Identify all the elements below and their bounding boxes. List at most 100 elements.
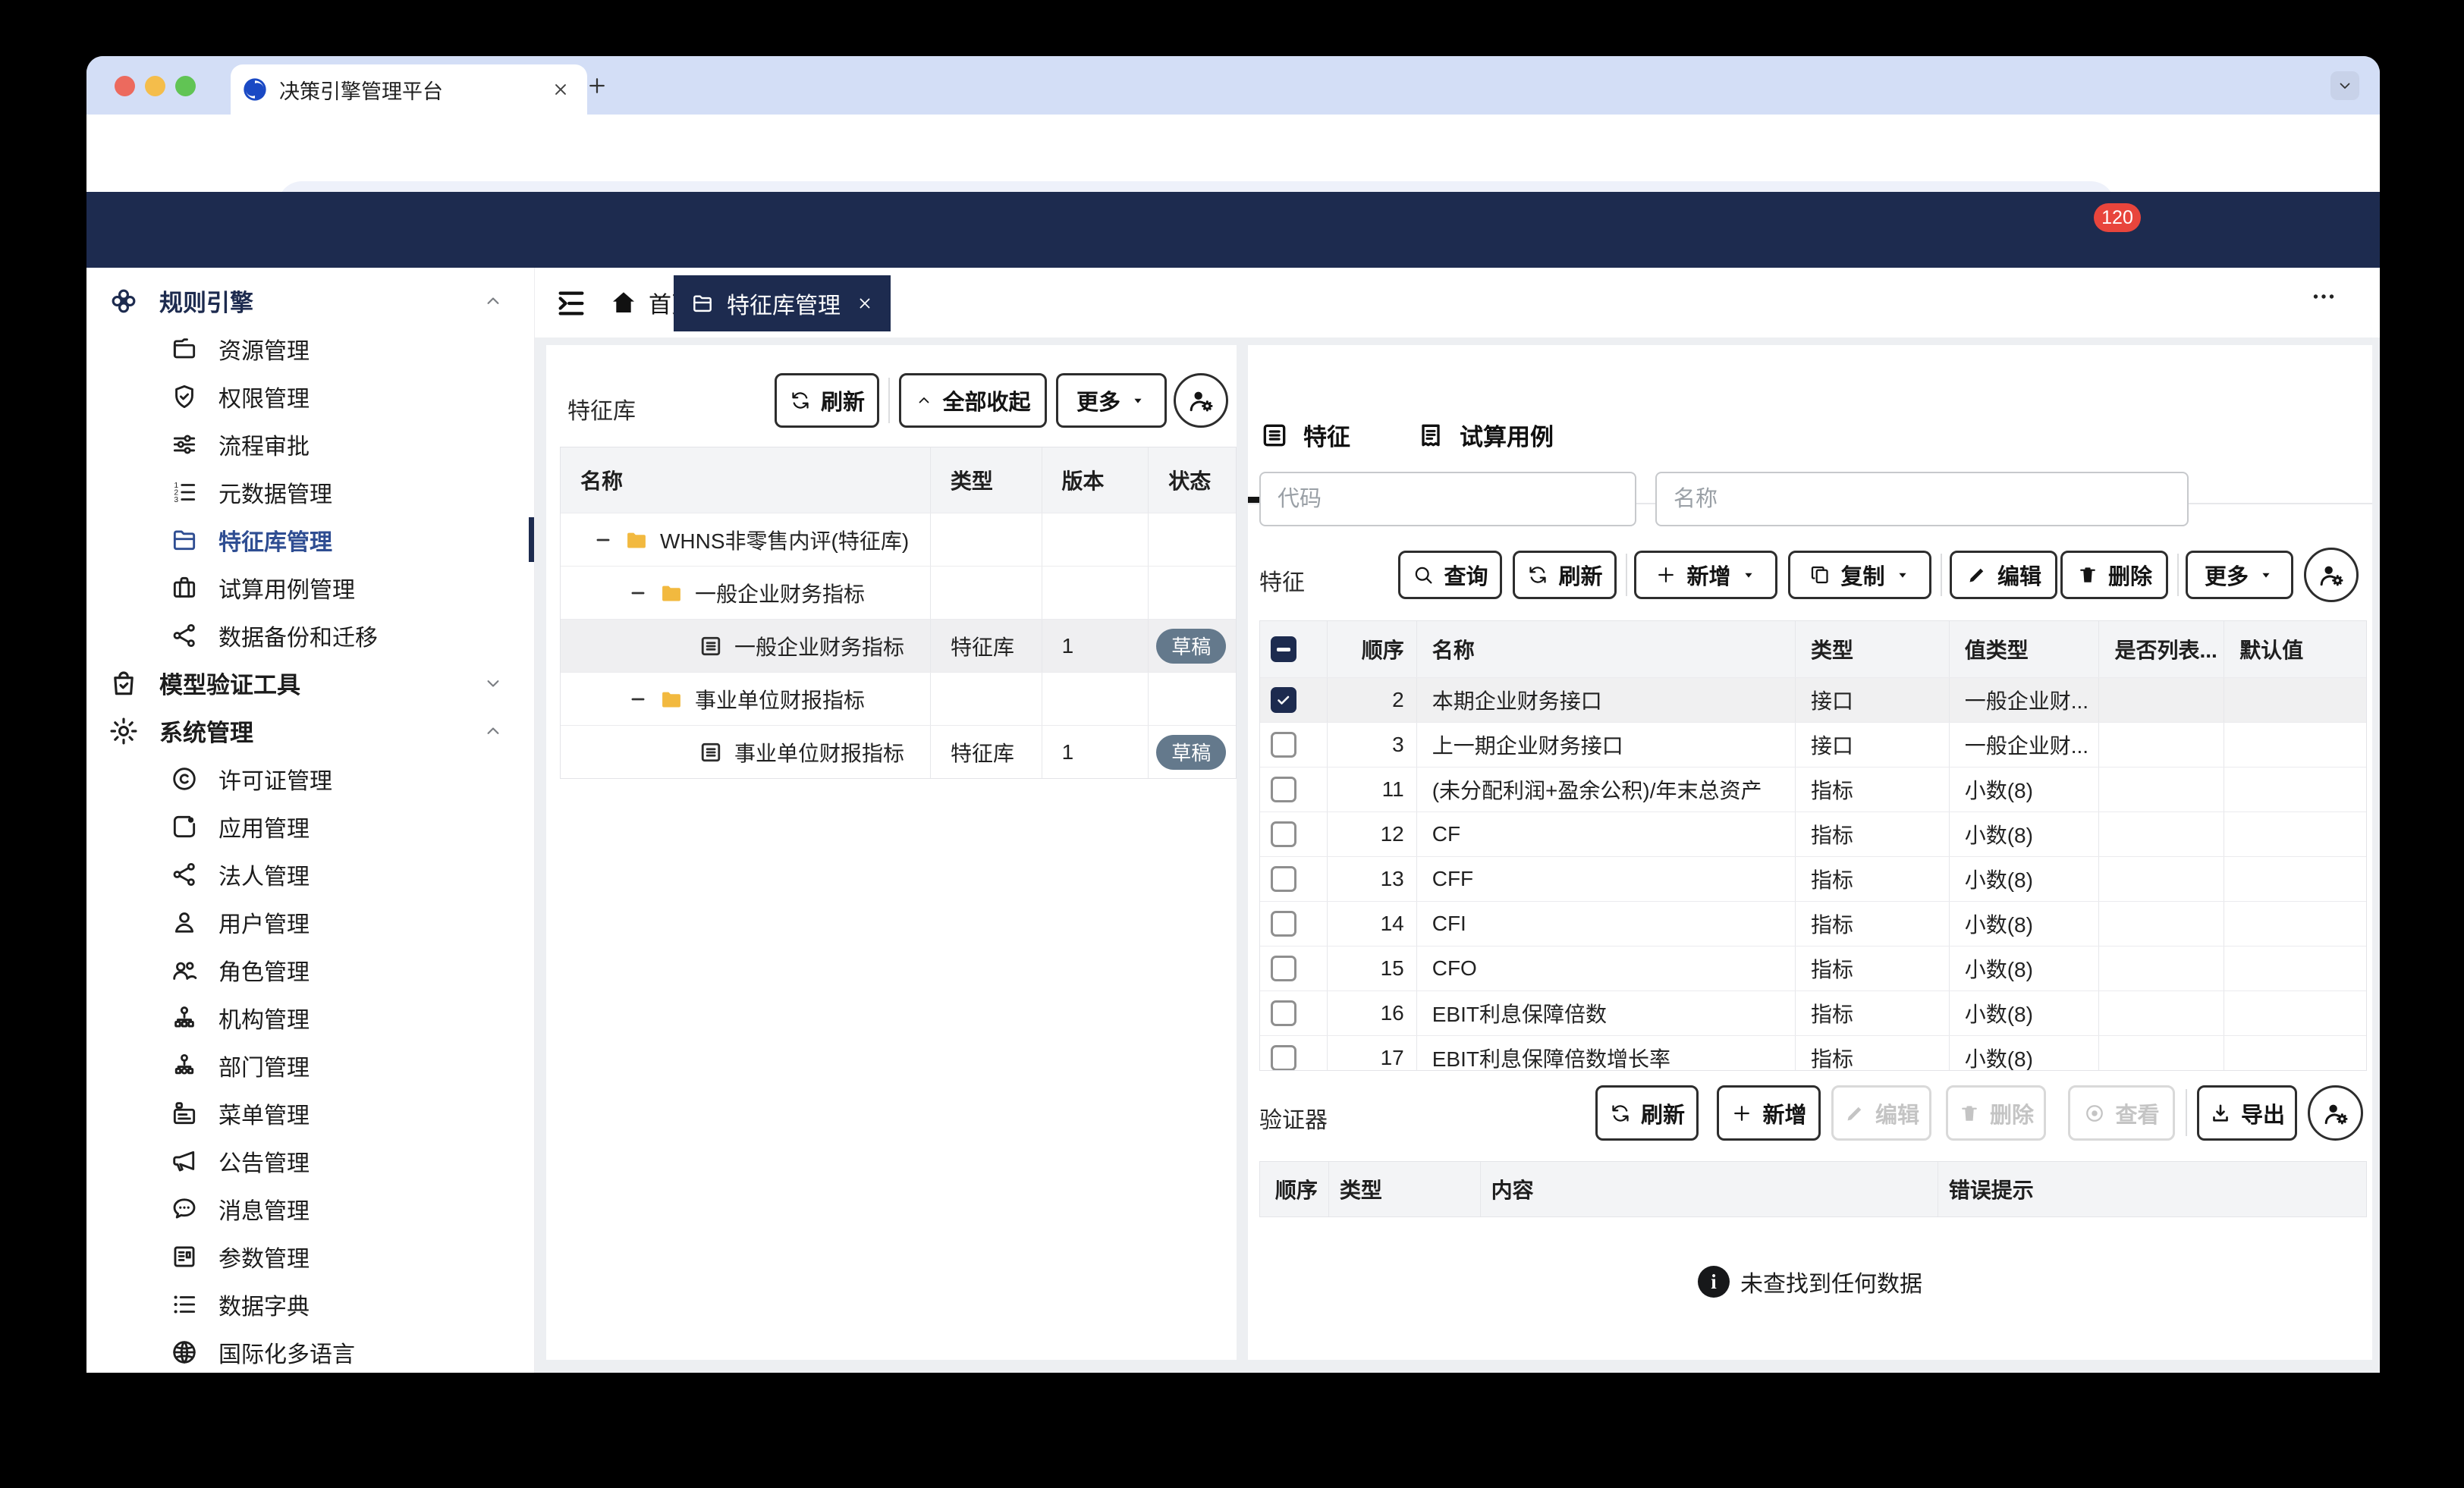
sidebar-item-0[interactable]: 规则引擎 xyxy=(86,277,534,325)
favicon-swirl-icon xyxy=(243,77,267,102)
is-list-cell xyxy=(2099,857,2224,901)
delete-button[interactable]: 删除 xyxy=(2060,551,2168,599)
new-tab-icon[interactable] xyxy=(586,74,608,97)
value-type-cell: 一般企业财... xyxy=(1950,723,2100,767)
validator-add-button[interactable]: 新增 xyxy=(1717,1085,1821,1141)
sidebar-item-10[interactable]: 许可证管理 xyxy=(86,755,534,802)
validator-refresh-button[interactable]: 刷新 xyxy=(1595,1085,1699,1141)
tree-row[interactable]: 事业单位财报指标特征库1草稿 xyxy=(561,725,1236,778)
row-checkbox[interactable] xyxy=(1271,911,1296,937)
row-checkbox[interactable] xyxy=(1271,866,1296,892)
row-checkbox[interactable] xyxy=(1271,777,1296,802)
code-filter-input[interactable] xyxy=(1259,472,1636,526)
sidebar-item-4[interactable]: 123元数据管理 xyxy=(86,468,534,516)
feature-row[interactable]: 14CFI指标小数(8) xyxy=(1260,901,2366,946)
tab-feature-library[interactable]: 特征库管理 xyxy=(674,275,891,331)
default-value-cell xyxy=(2224,768,2366,811)
sidebar-item-1[interactable]: 资源管理 xyxy=(86,325,534,372)
library-permission-button[interactable] xyxy=(1174,373,1228,428)
browser-tab[interactable]: 决策引擎管理平台 xyxy=(231,64,587,115)
feature-row[interactable]: 3上一期企业财务接口接口一般企业财... xyxy=(1260,722,2366,767)
validator-permission-button[interactable] xyxy=(2308,1085,2363,1141)
query-button[interactable]: 查询 xyxy=(1398,551,1502,599)
edit-button[interactable]: 编辑 xyxy=(1950,551,2057,599)
feature-row[interactable]: 17EBIT利息保障倍数增长率指标小数(8) xyxy=(1260,1035,2366,1070)
sidebar-item-5[interactable]: 特征库管理 xyxy=(86,516,534,563)
sidebar-item-12[interactable]: 法人管理 xyxy=(86,850,534,898)
sidebar-item-21[interactable]: 数据字典 xyxy=(86,1280,534,1328)
collapse-menu-icon[interactable] xyxy=(554,286,589,321)
copy-button[interactable]: 复制 xyxy=(1788,551,1931,599)
tree-cell-version xyxy=(1042,673,1149,725)
row-checkbox[interactable] xyxy=(1271,687,1296,713)
feature-row[interactable]: 11(未分配利润+盈余公积)/年末总资产指标小数(8) xyxy=(1260,767,2366,811)
add-button[interactable]: 新增 xyxy=(1634,551,1777,599)
sidebar-item-9[interactable]: 系统管理 xyxy=(86,707,534,755)
name-filter-input[interactable] xyxy=(1655,472,2189,526)
sidebar-item-label: 法人管理 xyxy=(218,858,310,891)
tree-row[interactable]: WHNS非零售内评(特征库) xyxy=(561,513,1236,566)
feature-row[interactable]: 13CFF指标小数(8) xyxy=(1260,856,2366,901)
collapse-minus-icon[interactable] xyxy=(628,689,648,709)
feature-row[interactable]: 15CFO指标小数(8) xyxy=(1260,946,2366,990)
collapse-minus-icon[interactable] xyxy=(628,583,648,603)
row-checkbox[interactable] xyxy=(1271,732,1296,758)
tab-close-icon[interactable] xyxy=(551,80,570,99)
collapse-all-button[interactable]: 全部收起 xyxy=(899,373,1047,428)
tree-row[interactable]: 一般企业财务指标 xyxy=(561,566,1236,619)
home-icon[interactable] xyxy=(608,287,639,318)
traffic-light-close[interactable] xyxy=(115,76,135,96)
feature-row[interactable]: 16EBIT利息保障倍数指标小数(8) xyxy=(1260,990,2366,1035)
sidebar-item-7[interactable]: 数据备份和迁移 xyxy=(86,611,534,659)
row-checkbox[interactable] xyxy=(1271,1045,1296,1070)
validator-view-button[interactable]: 查看 xyxy=(2068,1085,2175,1141)
validator-edit-button[interactable]: 编辑 xyxy=(1831,1085,1931,1141)
row-checkbox[interactable] xyxy=(1271,956,1296,981)
sidebar-item-17[interactable]: 菜单管理 xyxy=(86,1089,534,1137)
feature-more-button[interactable]: 更多 xyxy=(2186,551,2293,599)
tab-search-button[interactable] xyxy=(2330,71,2359,100)
sidebar-item-14[interactable]: 角色管理 xyxy=(86,946,534,994)
order-cell: 11 xyxy=(1328,768,1417,811)
is-list-cell xyxy=(2099,991,2224,1035)
select-all-checkbox[interactable] xyxy=(1271,636,1296,662)
sidebar-item-6[interactable]: 试算用例管理 xyxy=(86,563,534,611)
sidebar-item-20[interactable]: 参数管理 xyxy=(86,1232,534,1280)
feature-permission-button[interactable] xyxy=(2304,548,2359,602)
tree-row[interactable]: 一般企业财务指标特征库1草稿 xyxy=(561,619,1236,672)
collapse-minus-icon[interactable] xyxy=(593,530,613,550)
tab-feature[interactable]: 特征 xyxy=(1259,418,1350,452)
sidebar-item-11[interactable]: 应用管理 xyxy=(86,802,534,850)
row-checkbox[interactable] xyxy=(1271,1000,1296,1026)
tree-row[interactable]: 事业单位财报指标 xyxy=(561,672,1236,725)
value-type-cell: 小数(8) xyxy=(1950,946,2100,990)
tab-close-icon[interactable] xyxy=(856,294,874,312)
feature-row[interactable]: 2本期企业财务接口接口一般企业财... xyxy=(1260,677,2366,722)
sidebar-item-19[interactable]: 消息管理 xyxy=(86,1185,534,1232)
more-actions-ellipsis-icon[interactable] xyxy=(2302,283,2345,310)
library-more-button[interactable]: 更多 xyxy=(1056,373,1167,428)
sidebar-item-18[interactable]: 公告管理 xyxy=(86,1137,534,1185)
feature-row[interactable]: 12CF指标小数(8) xyxy=(1260,811,2366,856)
sidebar-item-3[interactable]: 流程审批 xyxy=(86,420,534,468)
feature-refresh-button[interactable]: 刷新 xyxy=(1513,551,1617,599)
traffic-light-minimize[interactable] xyxy=(145,76,165,96)
value-type-cell: 小数(8) xyxy=(1950,991,2100,1035)
validator-delete-button[interactable]: 删除 xyxy=(1946,1085,2046,1141)
sidebar-item-22[interactable]: 国际化多语言 xyxy=(86,1328,534,1373)
megaphone-icon xyxy=(170,1147,199,1176)
sidebar-item-15[interactable]: 机构管理 xyxy=(86,994,534,1041)
copy-icon xyxy=(1809,563,1831,586)
row-checkbox[interactable] xyxy=(1271,821,1296,847)
value-type-cell: 一般企业财... xyxy=(1950,678,2100,722)
sidebar-item-2[interactable]: 权限管理 xyxy=(86,372,534,420)
sidebar-item-label: 许可证管理 xyxy=(218,762,332,796)
sidebar-item-16[interactable]: 部门管理 xyxy=(86,1041,534,1089)
sidebar-item-8[interactable]: 模型验证工具 xyxy=(86,659,534,707)
export-button[interactable]: 导出 xyxy=(2197,1085,2297,1141)
traffic-light-zoom[interactable] xyxy=(175,76,196,96)
library-refresh-button[interactable]: 刷新 xyxy=(775,373,879,428)
tab-testcase[interactable]: 试算用例 xyxy=(1416,418,1554,452)
sidebar-item-13[interactable]: 用户管理 xyxy=(86,898,534,946)
validator-column-header: 顺序 xyxy=(1260,1162,1329,1216)
